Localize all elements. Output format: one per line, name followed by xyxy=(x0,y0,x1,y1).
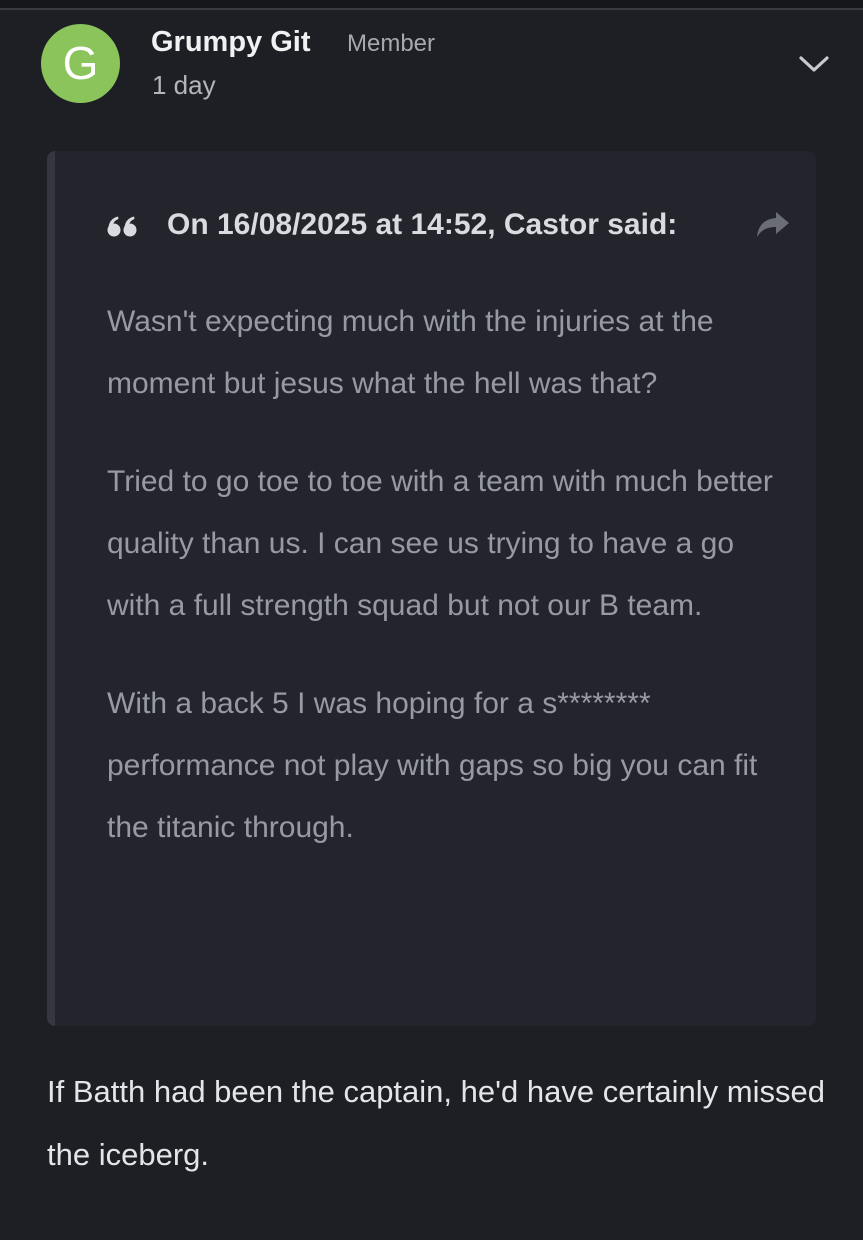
quote-citation: On 16/08/2025 at 14:52, Castor said: xyxy=(167,208,678,241)
avatar[interactable]: G xyxy=(41,24,120,103)
quote-paragraph: Tried to go toe to toe with a team with … xyxy=(107,465,773,622)
post-body: If Batth had been the captain, he'd have… xyxy=(47,1074,825,1172)
share-arrow-icon[interactable] xyxy=(755,209,791,241)
quote-paragraph: Wasn't expecting much with the injuries … xyxy=(107,305,714,400)
quote-paragraph: With a back 5 I was hoping for a s******… xyxy=(107,687,758,844)
chevron-down-icon[interactable] xyxy=(798,52,830,76)
quote-body: Wasn't expecting much with the injuries … xyxy=(107,291,787,895)
author-name[interactable]: Grumpy Git xyxy=(151,26,311,59)
author-role-badge: Member xyxy=(347,30,436,57)
quote-marks-icon xyxy=(107,216,137,237)
forum-post: G Grumpy Git Member 1 day On 16/08/2025 … xyxy=(0,0,863,1240)
post-timestamp[interactable]: 1 day xyxy=(152,70,216,101)
quote-block: On 16/08/2025 at 14:52, Castor said: Was… xyxy=(47,151,816,1026)
